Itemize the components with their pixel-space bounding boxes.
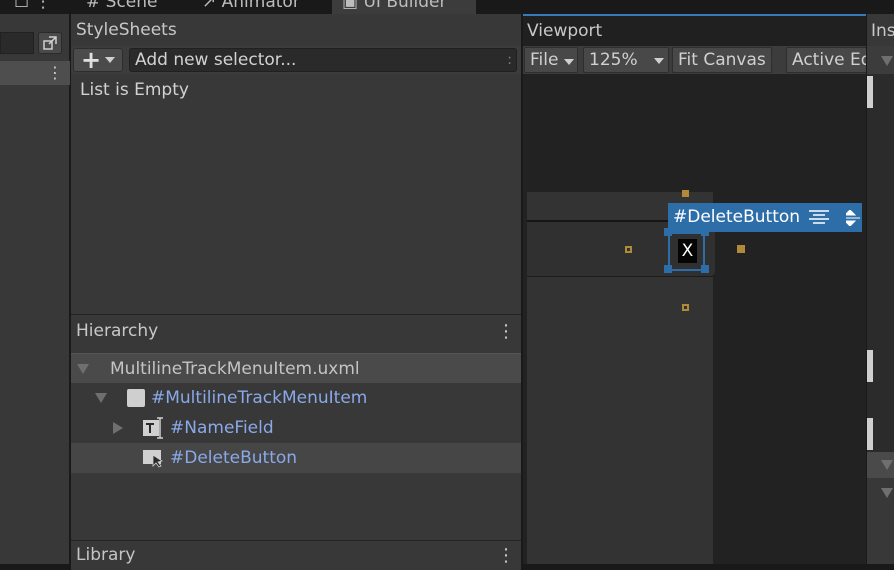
library-panel: Library ⋮ (71, 540, 521, 570)
fit-canvas-button[interactable]: Fit Canvas (672, 47, 772, 73)
left-search-field[interactable] (0, 32, 34, 54)
resize-handle-tl[interactable] (664, 228, 672, 236)
plus-icon: + (80, 46, 102, 74)
margin-handle-bottom[interactable] (682, 304, 689, 311)
hierarchy-item-selected[interactable]: #DeleteButton (71, 443, 521, 473)
scrollbar-thumb[interactable] (867, 76, 873, 108)
scrollbar-thumb[interactable] (867, 350, 873, 382)
expand-icon[interactable] (846, 210, 860, 226)
inspector-panel: Ins (866, 14, 894, 564)
hierarchy-item[interactable]: #NameField (71, 413, 521, 443)
selection-label: #DeleteButton (668, 203, 862, 232)
foldout-arrow-icon[interactable] (881, 460, 893, 470)
hierarchy-item[interactable]: #MultilineTrackMenuItem (71, 383, 521, 413)
active-editor-button[interactable]: Active Ed (786, 47, 867, 73)
tab-ui-builder[interactable]: ▣ UI Builder (332, 0, 476, 14)
animator-icon: ↗ (202, 0, 222, 12)
align-icon[interactable] (809, 210, 829, 226)
hierarchy-panel: Hierarchy ⋮ MultilineTrackMenuItem.uxml … (71, 314, 521, 540)
add-stylesheet-button[interactable]: + (73, 48, 123, 72)
stylesheets-panel: StyleSheets + Add new selector... : List… (71, 14, 521, 314)
tab-scene[interactable]: # Scene (86, 0, 157, 14)
viewport-title: Viewport (527, 21, 603, 41)
inspector-title: Ins (871, 21, 894, 41)
viewport-toolbar: File 125% Fit Canvas Active Ed (523, 46, 867, 74)
left-panel-strip: ⋮ (0, 14, 70, 564)
left-selected-row[interactable]: ⋮ (0, 61, 70, 85)
viewport-panel: Viewport File 125% Fit Canvas Active Ed … (522, 14, 867, 564)
margin-handle-right[interactable] (737, 245, 745, 253)
hierarchy-header: Hierarchy (71, 315, 521, 347)
tab-animator[interactable]: ↗ Animator (202, 0, 300, 14)
ui-builder-icon: ▣ (342, 0, 364, 12)
chevron-down-icon (563, 59, 574, 65)
inspector-toolbar (867, 46, 894, 74)
zoom-dropdown[interactable]: 125% (583, 47, 669, 73)
hierarchy-file-row[interactable]: MultilineTrackMenuItem.uxml (71, 353, 521, 383)
stylesheets-header: StyleSheets (71, 14, 521, 47)
stylesheets-empty-label: List is Empty (80, 80, 189, 100)
small-window-icon[interactable]: ☐ ⋮ (14, 0, 52, 14)
resize-handle-bl[interactable] (664, 265, 672, 273)
text-field-icon (143, 417, 163, 439)
kebab-menu-icon[interactable]: ⋮ (47, 64, 63, 82)
window-tab-strip: ☐ ⋮ # Scene ↗ Animator ▣ UI Builder (0, 0, 894, 14)
kebab-menu-icon[interactable]: ⋮ (497, 547, 515, 565)
margin-handle-top[interactable] (682, 190, 689, 197)
chevron-down-icon (654, 58, 664, 64)
new-selector-input[interactable]: Add new selector... : (129, 48, 517, 72)
selector-options-icon[interactable]: : (507, 49, 512, 71)
delete-button-preview[interactable]: X (668, 232, 705, 271)
inspector-content (867, 74, 894, 464)
button-icon (143, 450, 163, 468)
foldout-arrow-icon[interactable] (77, 364, 89, 374)
resize-handle-br[interactable] (701, 265, 709, 273)
library-header: Library (76, 545, 136, 565)
scrollbar-thumb[interactable] (867, 418, 873, 450)
chevron-down-icon (105, 57, 116, 63)
resize-handle-tr[interactable] (701, 228, 709, 236)
delete-button-text: X (678, 239, 697, 263)
foldout-arrow-icon[interactable] (95, 393, 107, 403)
kebab-menu-icon[interactable]: ⋮ (497, 323, 515, 341)
visual-element-icon (127, 389, 145, 407)
margin-handle-left[interactable] (625, 246, 632, 253)
inspector-foldout-row[interactable] (867, 452, 894, 478)
stylesheets-toolbar: + Add new selector... : (71, 46, 521, 74)
chevron-down-icon[interactable] (881, 56, 893, 66)
foldout-arrow-icon[interactable] (113, 422, 123, 434)
foldout-arrow-icon[interactable] (881, 488, 893, 498)
link-icon[interactable] (38, 32, 62, 54)
file-menu[interactable]: File (524, 47, 578, 73)
